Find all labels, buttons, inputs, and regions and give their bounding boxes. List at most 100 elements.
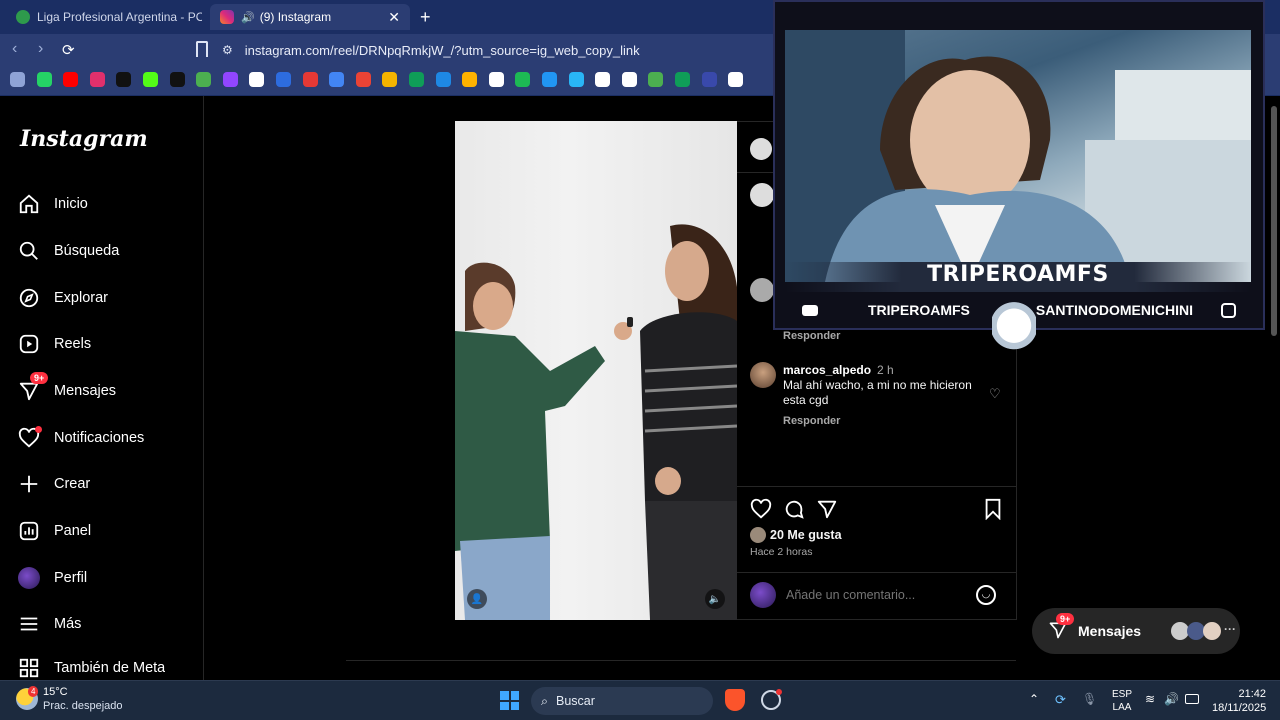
post-author-avatar[interactable]	[750, 138, 772, 160]
tiktok-icon[interactable]	[116, 72, 132, 87]
instagram-icon	[1221, 302, 1236, 318]
weather-desc: Prac. despejado	[43, 700, 123, 712]
app-icon[interactable]	[488, 72, 504, 87]
messages-label: Mensajes	[1078, 623, 1142, 639]
instagram-logo[interactable]: Instagram	[20, 126, 148, 152]
comment-input[interactable]	[786, 585, 966, 605]
twitch-icon[interactable]	[222, 72, 238, 87]
new-tab-button[interactable]: +	[420, 7, 431, 28]
comment-icon[interactable]	[783, 498, 805, 525]
comment-like-icon[interactable]: ♡	[989, 386, 1001, 402]
tab-instagram[interactable]: 🔊 (9) Instagram ✕	[210, 4, 410, 30]
notification-dot	[35, 426, 42, 433]
tab-liga-profesional[interactable]: Liga Profesional Argentina - POSICIO	[6, 4, 202, 30]
messages-pill[interactable]: 9+ Mensajes ···	[1032, 608, 1240, 654]
whatsapp-icon[interactable]	[36, 72, 52, 87]
user-tag-icon[interactable]: 👤	[467, 589, 487, 609]
google-icon[interactable]	[728, 72, 744, 87]
kick-icon[interactable]	[143, 72, 158, 87]
app-icon[interactable]	[701, 72, 717, 87]
share-icon[interactable]	[816, 498, 838, 525]
wifi-icon[interactable]: ≋	[1145, 692, 1155, 706]
back-icon[interactable]: ‹	[12, 40, 17, 58]
microphone-icon[interactable]: 🎙	[1082, 692, 1097, 706]
docs-icon[interactable]	[329, 72, 345, 87]
reply-button[interactable]: Responder	[783, 330, 840, 342]
sidebar-item-notificaciones[interactable]: Notificaciones	[18, 423, 144, 453]
x-icon[interactable]	[169, 72, 185, 87]
google-icon[interactable]	[249, 72, 265, 87]
reel-video[interactable]: 👤 🔈	[455, 121, 737, 620]
grid-icon[interactable]	[10, 72, 25, 87]
commenter-avatar[interactable]	[750, 278, 774, 302]
windows-start-icon[interactable]	[500, 691, 519, 710]
app-icon[interactable]	[276, 72, 291, 87]
drive-icon[interactable]	[675, 72, 690, 87]
url-bar[interactable]: ⚙ instagram.com/reel/DRNpqRmkjW_/?utm_so…	[222, 38, 782, 62]
sidebar-item-label: Perfil	[54, 570, 88, 586]
spotify-icon[interactable]	[515, 72, 531, 87]
page-scrollbar[interactable]	[1268, 96, 1280, 680]
chart-icon[interactable]	[382, 72, 398, 87]
sidebar-item-reels[interactable]: Reels	[18, 329, 91, 359]
like-icon[interactable]	[750, 498, 772, 525]
taskbar-search[interactable]: ⌕ Buscar	[531, 687, 713, 715]
sidebar-item-explorar[interactable]: Explorar	[18, 283, 108, 313]
chart-icon	[18, 520, 40, 542]
sidebar-item-busqueda[interactable]: Búsqueda	[18, 236, 119, 266]
battery-icon[interactable]	[1185, 694, 1199, 704]
youtube-icon[interactable]	[63, 72, 79, 87]
download-icon[interactable]	[542, 72, 557, 87]
app-icon[interactable]	[462, 72, 478, 87]
sync-icon[interactable]: ⟳	[1055, 692, 1066, 708]
youtube-handle: TRIPEROAMFS	[868, 302, 970, 318]
caption-avatar[interactable]	[750, 183, 774, 207]
scrollbar-thumb[interactable]	[1271, 106, 1277, 336]
sidebar-item-crear[interactable]: Crear	[18, 469, 90, 499]
bookmark-page-icon[interactable]	[196, 41, 208, 57]
clock-date: 18/11/2025	[1212, 702, 1267, 714]
my-avatar	[750, 582, 776, 608]
gmail-icon[interactable]	[355, 72, 371, 87]
feed-divider	[346, 660, 1016, 661]
clock[interactable]: 21:42 18/11/2025	[1212, 687, 1266, 715]
likes-count[interactable]: 20 Me gusta	[770, 528, 842, 542]
reload-icon[interactable]: ⟳	[62, 41, 75, 59]
close-tab-icon[interactable]: ✕	[388, 9, 400, 26]
app-icon[interactable]	[302, 72, 318, 87]
reply-button[interactable]: Responder	[783, 415, 840, 427]
forward-icon[interactable]: ›	[38, 40, 43, 58]
app-icon[interactable]	[621, 72, 637, 87]
tab-title: Liga Profesional Argentina - POSICIO	[37, 10, 202, 24]
sidebar-item-mas[interactable]: Más	[18, 609, 81, 639]
sidebar-item-inicio[interactable]: Inicio	[18, 189, 88, 219]
sidebar-item-panel[interactable]: Panel	[18, 516, 91, 546]
tray-chevron-icon[interactable]: ⌃	[1029, 692, 1039, 706]
streamer-name: TRIPEROAMFS	[785, 262, 1251, 292]
sidebar-item-perfil[interactable]: Perfil	[18, 563, 87, 593]
language-indicator[interactable]: ESP LAA	[1112, 688, 1132, 714]
sidebar-item-label: Notificaciones	[54, 430, 145, 446]
sidebar-item-mensajes[interactable]: 9+ Mensajes	[18, 372, 117, 406]
sidebar-item-label: Mensajes	[54, 383, 117, 399]
app-icon[interactable]	[648, 72, 664, 87]
webcam-feed	[785, 30, 1251, 282]
drive-icon[interactable]	[409, 72, 424, 87]
app-icon[interactable]	[196, 72, 212, 87]
messenger-icon: 9+	[18, 372, 49, 402]
site-settings-icon[interactable]: ⚙	[222, 43, 233, 57]
app-icon[interactable]	[568, 72, 584, 87]
comment-username[interactable]: marcos_alpedo	[783, 363, 871, 377]
emoji-icon[interactable]: ◡	[976, 585, 996, 605]
brave-browser-icon[interactable]	[725, 689, 745, 711]
volume-icon[interactable]: 🔈	[705, 589, 725, 609]
sidebar-item-tambien-de-meta[interactable]: También de Meta	[18, 656, 165, 680]
instagram-icon[interactable]	[89, 72, 105, 87]
save-icon[interactable]	[983, 498, 1003, 525]
sidebar-item-label: Más	[54, 616, 82, 632]
paypal-icon[interactable]	[435, 72, 451, 87]
comment-avatar[interactable]	[750, 362, 776, 388]
app-icon[interactable]	[595, 72, 611, 87]
volume-tray-icon[interactable]: 🔊	[1164, 692, 1179, 706]
url-text[interactable]: instagram.com/reel/DRNpqRmkjW_/?utm_sour…	[245, 43, 640, 58]
